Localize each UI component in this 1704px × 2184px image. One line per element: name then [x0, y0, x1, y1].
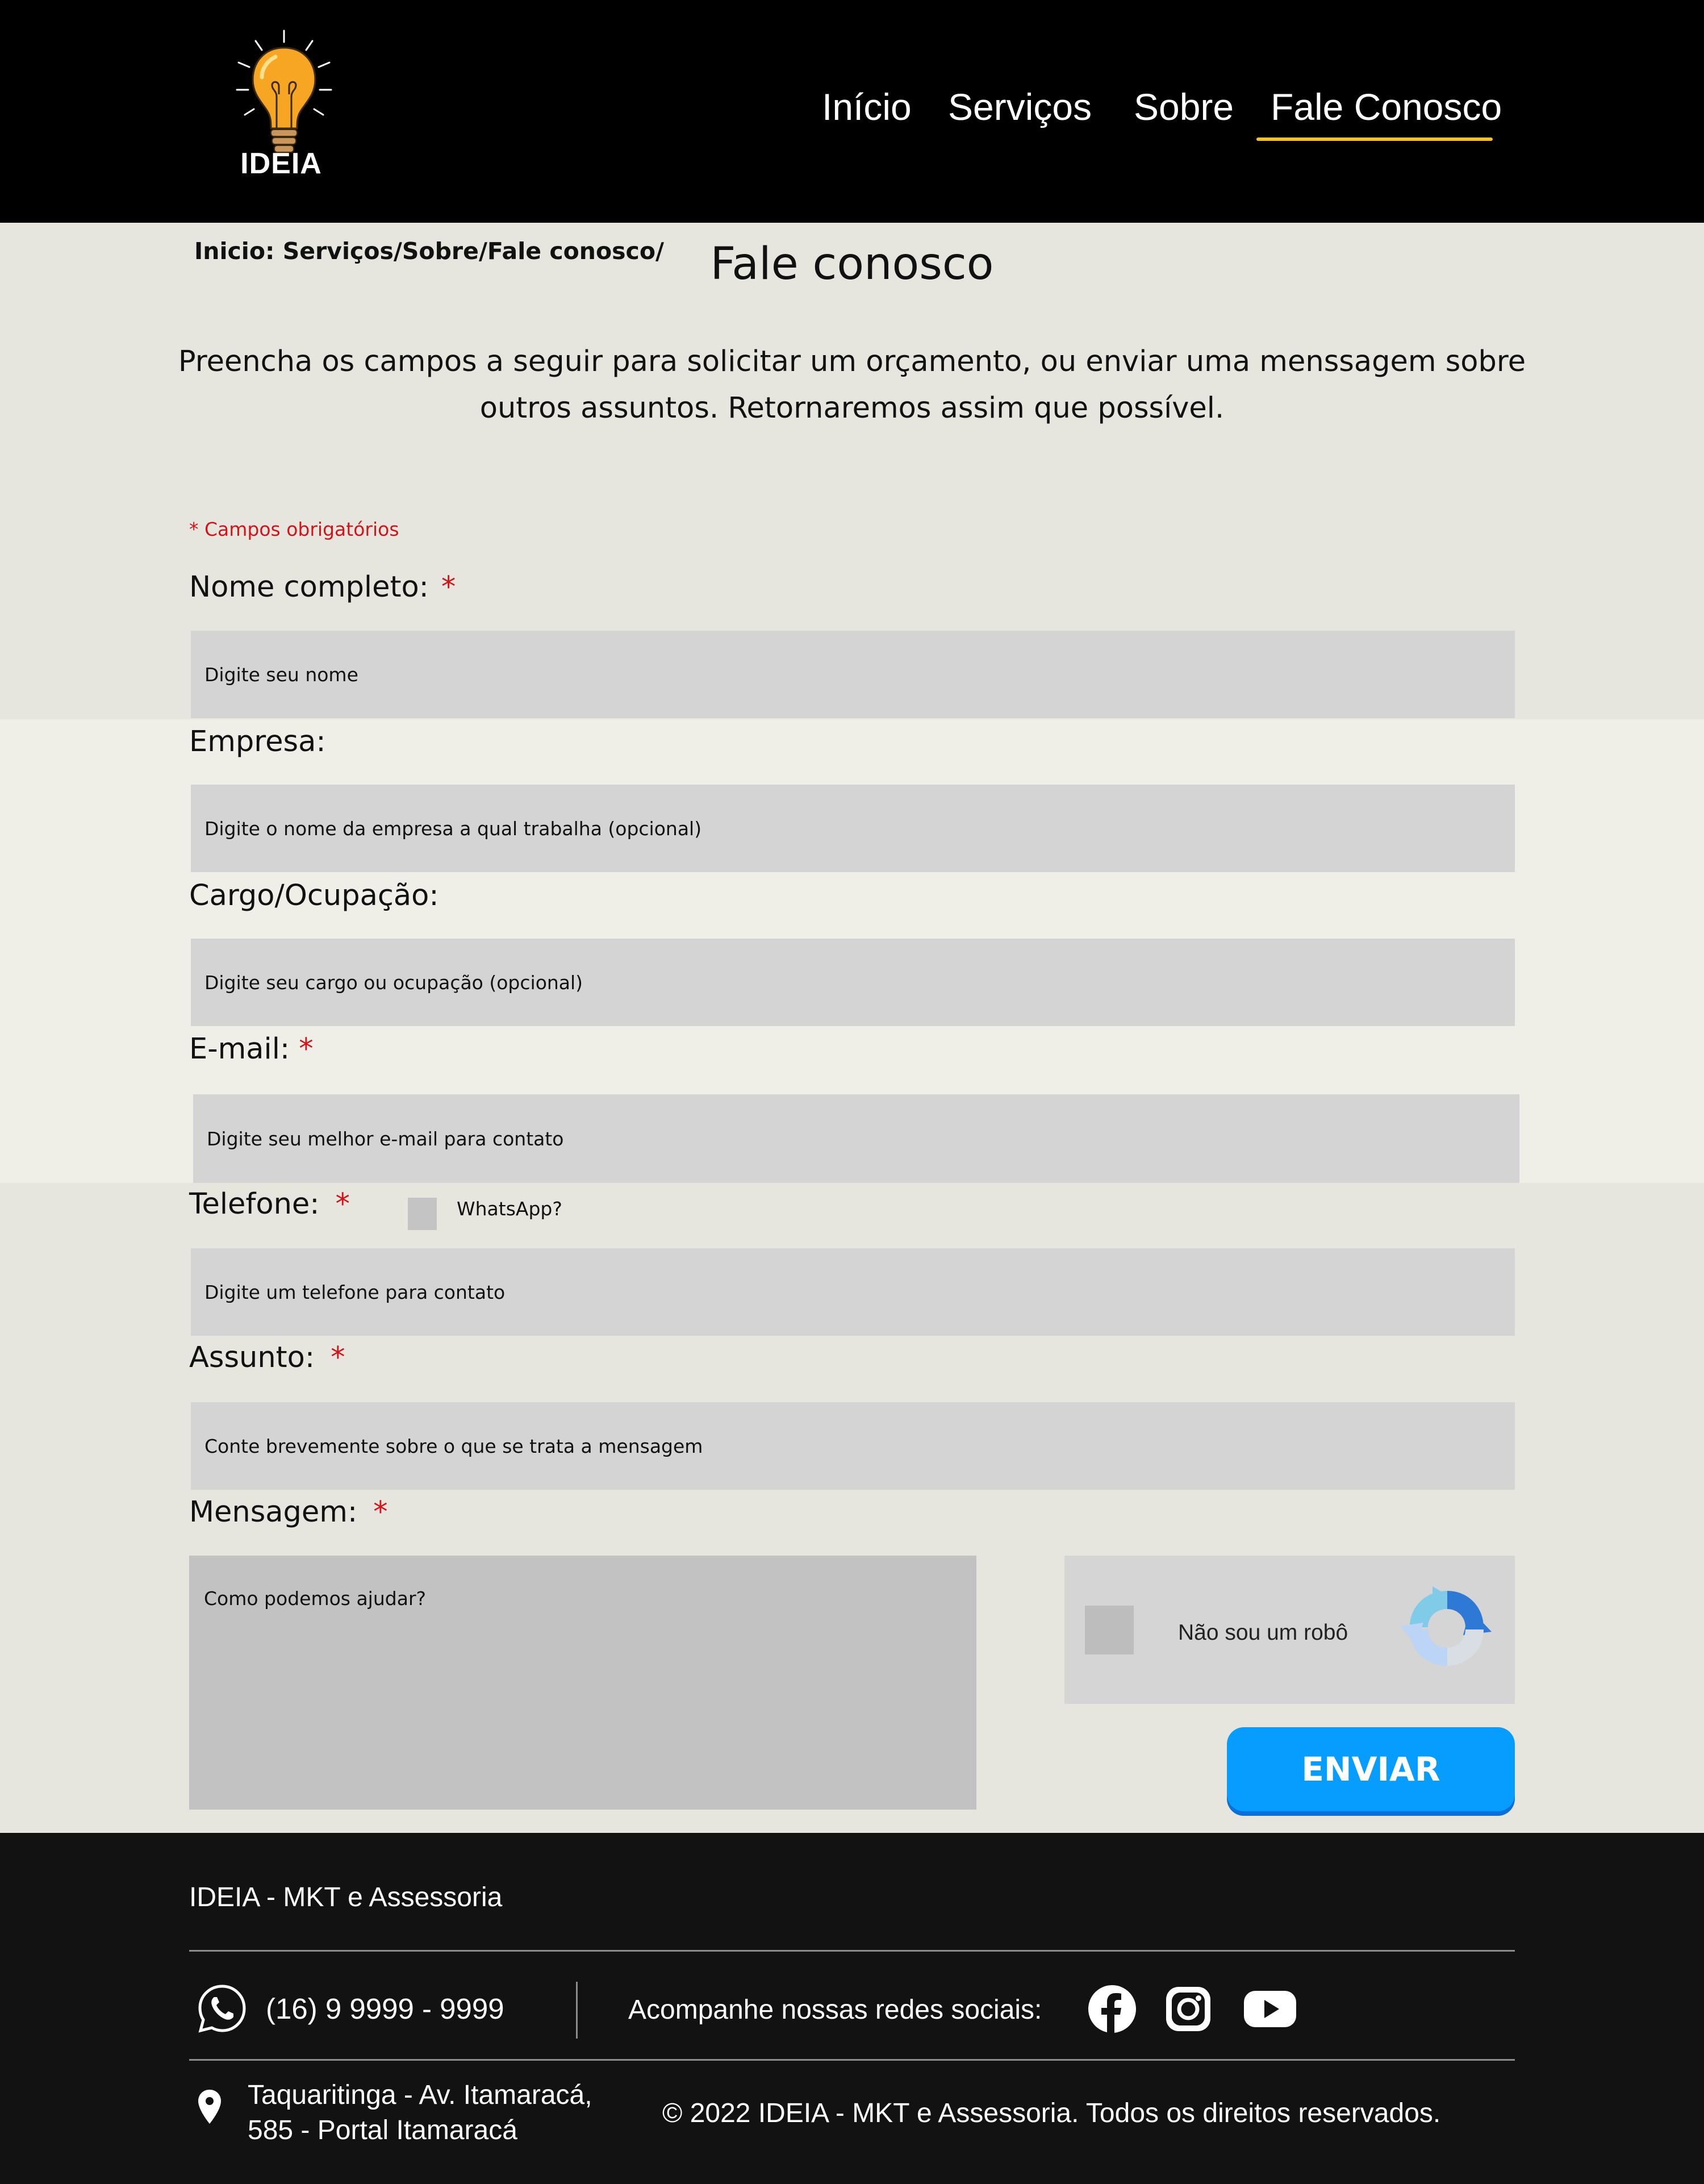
email-input-placeholder: Digite seu melhor e-mail para contato	[207, 1127, 564, 1150]
email-input[interactable]: Digite seu melhor e-mail para contato	[193, 1094, 1519, 1183]
captcha-checkbox[interactable]	[1085, 1606, 1134, 1654]
whatsapp-label: WhatsApp?	[457, 1198, 562, 1220]
company-label: Empresa:	[189, 725, 326, 758]
required-fields-note: * Campos obrigatórios	[189, 518, 399, 540]
message-textarea[interactable]: Como podemos ajudar?	[189, 1556, 976, 1810]
nav-item-servicos[interactable]: Serviços	[948, 85, 1092, 128]
name-label: Nome completo: *	[189, 570, 456, 604]
name-input[interactable]: Digite seu nome	[191, 631, 1515, 718]
location-pin-icon	[198, 2090, 221, 2124]
intro-text: Preencha os campos a seguir para solicit…	[178, 345, 1526, 425]
send-button[interactable]: ENVIAR	[1227, 1727, 1515, 1811]
name-input-placeholder: Digite seu nome	[204, 663, 358, 686]
footer-phone[interactable]: (16) 9 9999 - 9999	[266, 1992, 504, 2025]
footer-address-line2: 585 - Portal Itamaracá	[248, 2115, 517, 2145]
active-nav-underline	[1256, 137, 1493, 141]
required-mark: *	[331, 1341, 345, 1374]
role-label: Cargo/Ocupação:	[189, 879, 439, 912]
phone-label-text: Telefone:	[189, 1187, 320, 1221]
phone-input-placeholder: Digite um telefone para contato	[204, 1281, 506, 1303]
breadcrumb[interactable]: Inicio: Serviços/Sobre/Fale conosco/	[194, 237, 664, 265]
nav-item-sobre[interactable]: Sobre	[1134, 85, 1234, 128]
subject-input-placeholder: Conte brevemente sobre o que se trata a …	[204, 1435, 703, 1457]
youtube-icon[interactable]	[1243, 1987, 1297, 2031]
name-label-text: Nome completo:	[189, 570, 429, 604]
footer-vertical-divider	[576, 1982, 578, 2039]
role-input-placeholder: Digite seu cargo ou ocupação (opcional)	[204, 971, 583, 994]
role-input[interactable]: Digite seu cargo ou ocupação (opcional)	[191, 939, 1515, 1026]
company-input-placeholder: Digite o nome da empresa a qual trabalha…	[204, 817, 702, 840]
required-mark: *	[441, 570, 456, 604]
footer-divider	[189, 1950, 1515, 1952]
instagram-icon[interactable]	[1163, 1984, 1213, 2034]
whatsapp-checkbox[interactable]	[408, 1198, 437, 1230]
message-label-text: Mensagem:	[189, 1495, 358, 1529]
nav-item-fale-conosco[interactable]: Fale Conosco	[1271, 85, 1502, 128]
message-label: Mensagem: *	[189, 1495, 388, 1529]
phone-label: Telefone: *	[189, 1187, 350, 1221]
footer-address-line1: Taquaritinga - Av. Itamaracá,	[248, 2080, 592, 2110]
email-label-text: E-mail:	[189, 1032, 290, 1066]
subject-label: Assunto: *	[189, 1341, 345, 1374]
nav-item-inicio[interactable]: Início	[822, 85, 912, 128]
recaptcha-icon	[1401, 1586, 1492, 1666]
social-label: Acompanhe nossas redes sociais:	[628, 1995, 1042, 2025]
required-mark: *	[335, 1187, 350, 1221]
subject-label-text: Assunto:	[189, 1341, 315, 1374]
logo-text: IDEIA	[240, 147, 322, 180]
required-mark: *	[299, 1032, 314, 1066]
company-input[interactable]: Digite o nome da empresa a qual trabalha…	[191, 785, 1515, 872]
subject-input[interactable]: Conte brevemente sobre o que se trata a …	[191, 1402, 1515, 1490]
footer-copyright: © 2022 IDEIA - MKT e Assessoria. Todos o…	[662, 2098, 1441, 2128]
footer-divider	[189, 2059, 1515, 2061]
whatsapp-icon[interactable]	[197, 1983, 248, 2034]
message-placeholder: Como podemos ajudar?	[204, 1587, 427, 1610]
facebook-icon[interactable]	[1087, 1984, 1137, 2034]
phone-input[interactable]: Digite um telefone para contato	[191, 1248, 1515, 1336]
footer-brand: IDEIA - MKT e Assessoria	[189, 1882, 503, 1912]
required-mark: *	[373, 1495, 388, 1529]
captcha-label: Não sou um robô	[1178, 1620, 1348, 1645]
email-label: E-mail: *	[189, 1032, 314, 1066]
